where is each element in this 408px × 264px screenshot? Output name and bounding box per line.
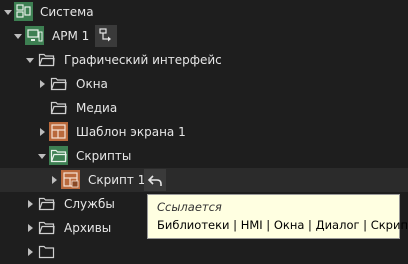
tooltip-title: Ссылается (157, 200, 222, 214)
chevron-right-icon[interactable] (25, 198, 35, 210)
folder-icon (37, 242, 56, 261)
tree-item-media[interactable]: Медиа (0, 96, 408, 120)
tooltip-text: Библиотеки | HMI | Окна | Диалог | Скрип… (157, 218, 408, 232)
folder-icon (49, 74, 68, 93)
script-icon (61, 170, 80, 189)
workstation-icon (25, 26, 44, 45)
folder-icon (49, 146, 68, 165)
folder-icon (37, 50, 56, 69)
folder-icon (37, 194, 56, 213)
tree-item-system[interactable]: Система (0, 0, 408, 24)
tree-item-label: Окна (76, 77, 108, 91)
screen-template-icon (49, 122, 68, 141)
tree-item-script-1[interactable]: Скрипт 1 (0, 168, 408, 192)
tree-item-windows[interactable]: Окна (0, 72, 408, 96)
tree-item-arm[interactable]: АРМ 1 (0, 24, 408, 48)
chevron-right-icon[interactable] (37, 126, 47, 138)
tree-item-label: Шаблон экрана 1 (76, 125, 186, 139)
chevron-down-icon[interactable] (13, 30, 23, 42)
folder-icon (37, 218, 56, 237)
system-icon (14, 2, 33, 21)
tree-item-partial[interactable] (0, 240, 408, 264)
tree-item-label: Скрипты (76, 149, 132, 163)
references-tooltip: Ссылается Библиотеки | HMI | Окна | Диал… (147, 194, 408, 239)
tree-item-label: Службы (64, 197, 115, 211)
chevron-down-icon[interactable] (25, 54, 35, 66)
chevron-right-icon[interactable] (25, 222, 35, 234)
tree-structure-icon[interactable] (95, 25, 117, 47)
tree-item-label: Скрипт 1 (88, 173, 146, 187)
chevron-right-icon[interactable] (37, 78, 47, 90)
tree-item-label: Графический интерфейс (64, 53, 222, 67)
tree-item-label: Архивы (64, 221, 112, 235)
tree-item-scripts[interactable]: Скрипты (0, 144, 408, 168)
tree-item-label: АРМ 1 (52, 29, 90, 43)
tree-item-label: Система (40, 5, 94, 19)
folder-icon (49, 98, 68, 117)
chevron-down-icon[interactable] (37, 150, 47, 162)
chevron-right-icon[interactable] (49, 174, 59, 186)
tree-item-screen-template[interactable]: Шаблон экрана 1 (0, 120, 408, 144)
back-reference-icon[interactable] (144, 169, 166, 191)
tree-item-label: Медиа (76, 101, 118, 115)
chevron-right-icon[interactable] (25, 246, 35, 258)
tree-item-gui[interactable]: Графический интерфейс (0, 48, 408, 72)
chevron-down-icon[interactable] (3, 6, 13, 18)
